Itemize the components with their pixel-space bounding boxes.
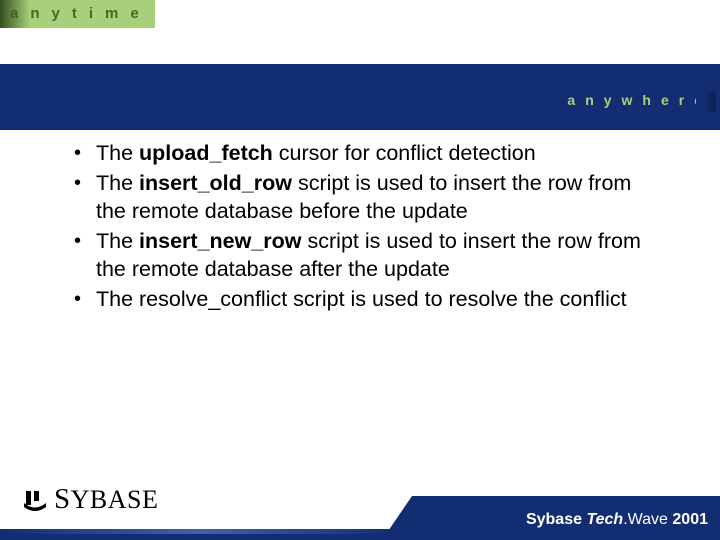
sybase-logo-icon [22,489,48,511]
footer-wedge [382,496,412,540]
anywhere-text: anywhere [567,92,712,108]
bullet-item: The insert_new_row script is used to ins… [72,228,662,284]
top-anytime-graphic: anytime [0,0,155,28]
sybase-logo-text: SYBASE [54,483,158,516]
anytime-text: anytime [0,0,155,22]
bullet-item: The insert_old_row script is used to ins… [72,170,662,226]
footer-text: Sybase Tech.Wave 2001 [526,511,708,529]
footer-bar-accent [0,529,400,534]
anywhere-graphic: anywhere [567,92,712,110]
slide: anytime Statement-based Conflicts anywhe… [0,0,720,540]
body-content: The upload_fetch cursor for conflict det… [72,140,662,316]
footer-bar [0,534,412,540]
bullet-item: The upload_fetch cursor for conflict det… [72,140,662,168]
footer-block: Sybase Tech.Wave 2001 [412,496,720,540]
sybase-logo: SYBASE [22,483,158,516]
bullet-item: The resolve_conflict script is used to r… [72,286,662,314]
